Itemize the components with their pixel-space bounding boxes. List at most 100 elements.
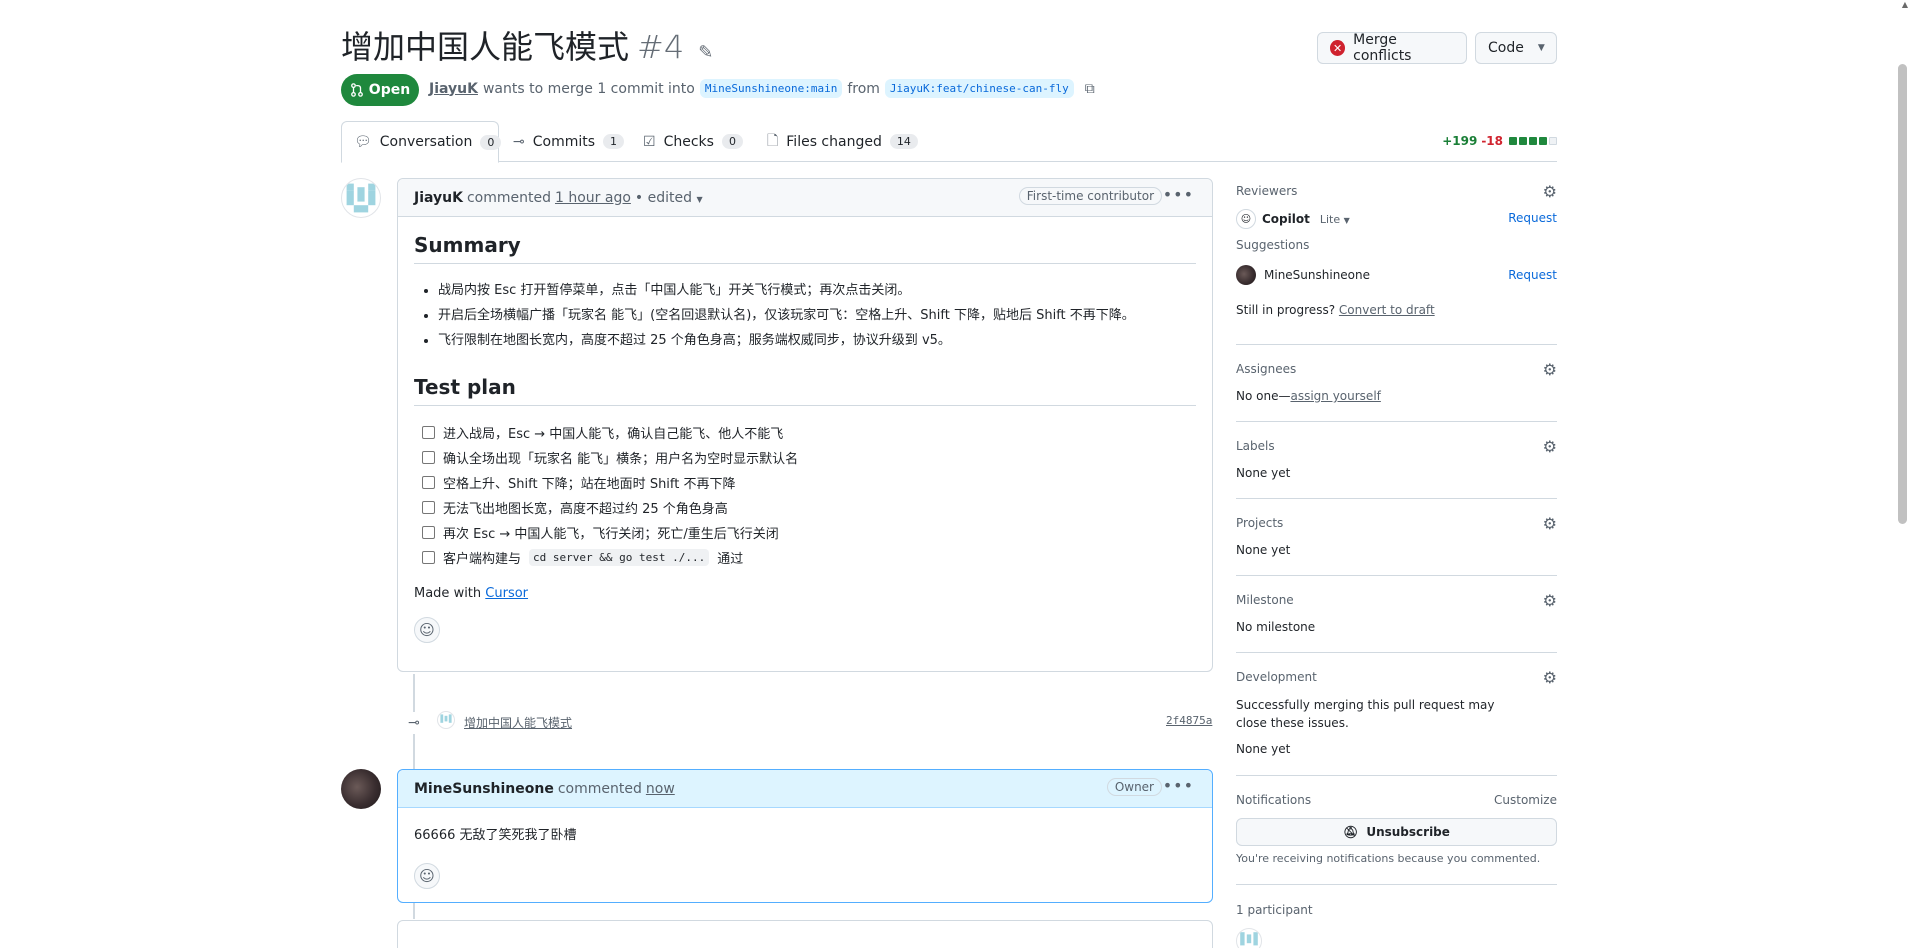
task-item: 再次 Esc → 中国人能飞，飞行关闭；死亡/重生后飞行关闭 <box>414 520 1196 545</box>
request-reviewer-button[interactable]: Request <box>1508 268 1557 282</box>
participant-avatar[interactable] <box>1236 928 1262 948</box>
kebab-horizontal-icon[interactable]: ••• <box>1163 185 1194 204</box>
suggestions-title: Suggestions <box>1236 238 1310 252</box>
cursor-link[interactable]: Cursor <box>485 586 528 601</box>
request-copilot-button[interactable]: Request <box>1508 211 1557 225</box>
copilot-name: Copilot <box>1262 212 1310 226</box>
task-item: 进入战局，Esc → 中国人能飞，确认自己能飞、他人不能飞 <box>414 420 1196 445</box>
task-text: 客户端构建与 <box>443 552 522 567</box>
gear-icon[interactable]: ⚙ <box>1543 437 1557 456</box>
gear-icon[interactable]: ⚙ <box>1543 182 1557 201</box>
tab-label: Files changed <box>786 133 882 150</box>
edited-dropdown[interactable]: • edited ▼ <box>635 190 703 206</box>
task-text: 再次 Esc → 中国人能飞，飞行关闭；死亡/重生后飞行关闭 <box>443 527 779 542</box>
labels-value: None yet <box>1236 466 1291 480</box>
add-reaction-button[interactable]: ☺ <box>414 617 440 643</box>
comment-text: 66666 无敌了笑死我了卧槽 <box>414 828 577 843</box>
suggested-user: MineSunshineone <box>1264 268 1371 282</box>
divider <box>1236 344 1557 345</box>
identicon-avatar <box>346 183 376 213</box>
list-item: 飞行限制在地图长宽内，高度不超过 25 个角色身高；服务端权威同步，协议升级到 … <box>438 328 1196 353</box>
tab-conversation[interactable]: 💬︎ Conversation 0 <box>341 121 502 163</box>
head-branch[interactable]: JiayuK:feat/chinese-can-fly <box>884 79 1074 98</box>
development-value: None yet <box>1236 742 1291 756</box>
task-text: 通过 <box>717 552 744 567</box>
meta-from-text: from <box>847 80 880 97</box>
development-title: Development <box>1236 670 1317 684</box>
commit-message-link[interactable]: 增加中国人能飞模式 <box>464 714 572 731</box>
commit-sha-link[interactable]: 2f4875a <box>1166 714 1212 727</box>
copilot-plan-dropdown[interactable]: Lite ▼ <box>1320 213 1350 226</box>
file-diff-icon: 🗋︎ <box>767 132 779 149</box>
git-commit-icon: ⊸ <box>513 133 525 150</box>
task-checkbox[interactable] <box>422 526 435 539</box>
base-branch[interactable]: MineSunshineone:main <box>699 79 843 98</box>
labels-section: Labels ⚙ <box>1236 437 1557 456</box>
made-with-text: Made with <box>414 586 482 601</box>
convert-to-draft-link[interactable]: Convert to draft <box>1339 303 1435 317</box>
development-text: Successfully merging this pull request m… <box>1236 698 1495 730</box>
tab-counter: 1 <box>603 134 625 149</box>
gear-icon[interactable]: ⚙ <box>1543 668 1557 687</box>
avatar[interactable] <box>341 769 381 809</box>
comment-author[interactable]: MineSunshineone <box>414 781 554 797</box>
smiley-icon: ☺ <box>419 867 435 885</box>
gear-icon[interactable]: ⚙ <box>1543 360 1557 379</box>
list-item: 开启后全场横幅广播「玩家名 能飞」(空名回退默认名)，仅该玩家可飞：空格上升、S… <box>438 303 1196 328</box>
gear-icon[interactable]: ⚙ <box>1543 591 1557 610</box>
customize-link[interactable]: Customize <box>1494 793 1557 807</box>
task-checkbox[interactable] <box>422 551 435 564</box>
tab-checks[interactable]: ☑ Checks 0 <box>631 121 755 162</box>
task-checkbox[interactable] <box>422 476 435 489</box>
triangle-down-icon: ▼ <box>696 194 703 204</box>
assign-yourself-link[interactable]: assign yourself <box>1290 389 1380 403</box>
comment-box: MineSunshineone commented now Owner ••• … <box>397 769 1213 903</box>
tab-label: Commits <box>532 133 596 150</box>
comment-author[interactable]: JiayuK <box>414 190 463 206</box>
copy-icon[interactable]: ⧉ <box>1085 81 1095 97</box>
task-checkbox[interactable] <box>422 501 435 514</box>
tab-counter: 14 <box>889 134 918 149</box>
comment-timestamp[interactable]: now <box>646 781 675 797</box>
reviewers-section: Reviewers ⚙ <box>1236 182 1557 201</box>
triangle-down-icon: ▼ <box>1343 215 1350 225</box>
scroll-up-arrow[interactable]: ▲ <box>1898 0 1912 14</box>
divider <box>1236 421 1557 422</box>
comment-action: commented <box>466 189 551 206</box>
development-section: Development ⚙ <box>1236 668 1557 687</box>
next-comment-box <box>397 920 1213 948</box>
pr-title: 增加中国人能飞模式 #4 ✎ <box>341 22 713 68</box>
divider <box>1236 652 1557 653</box>
edit-pencil-icon[interactable]: ✎ <box>698 42 713 63</box>
commit-avatar[interactable] <box>437 711 455 729</box>
role-badge: First-time contributor <box>1018 187 1162 205</box>
task-item: 空格上升、Shift 下降；站在地面时 Shift 不再下降 <box>414 470 1196 495</box>
task-checkbox[interactable] <box>422 426 435 439</box>
summary-heading: Summary <box>414 233 1196 264</box>
add-reaction-button[interactable]: ☺ <box>414 863 440 889</box>
divider <box>1236 884 1557 885</box>
made-with-line: Made with Cursor <box>414 586 1196 601</box>
task-checkbox[interactable] <box>422 451 435 464</box>
role-badge: Owner <box>1106 778 1162 796</box>
pr-number: #4 <box>637 28 685 66</box>
tab-files-changed[interactable]: 🗋︎ Files changed 14 <box>755 121 930 162</box>
author-link[interactable]: JiayuK <box>429 81 478 97</box>
comment-header: JiayuK commented 1 hour ago • edited ▼ F… <box>398 179 1212 217</box>
unsubscribe-button[interactable]: 🔕︎ Unsubscribe <box>1236 818 1557 846</box>
milestone-title: Milestone <box>1236 593 1294 607</box>
checklist-icon: ☑ <box>643 133 656 150</box>
gear-icon[interactable]: ⚙ <box>1543 514 1557 533</box>
summary-list: 战局内按 Esc 打开暂停菜单，点击「中国人能飞」开关飞行模式；再次点击关闭。 … <box>414 278 1196 353</box>
projects-section: Projects ⚙ <box>1236 514 1557 533</box>
avatar[interactable] <box>341 178 381 218</box>
projects-value: None yet <box>1236 543 1291 557</box>
sidebar: Reviewers ⚙ ☺ Copilot Lite ▼ Request Sug… <box>1236 0 1557 948</box>
copilot-icon: ☺ <box>1236 209 1256 229</box>
kebab-horizontal-icon[interactable]: ••• <box>1163 776 1194 795</box>
unsubscribe-label: Unsubscribe <box>1366 825 1450 839</box>
comment-timestamp[interactable]: 1 hour ago <box>555 190 631 206</box>
state-label: Open <box>368 82 411 98</box>
scrollbar-thumb[interactable] <box>1898 64 1907 524</box>
tab-commits[interactable]: ⊸ Commits 1 <box>501 121 636 162</box>
